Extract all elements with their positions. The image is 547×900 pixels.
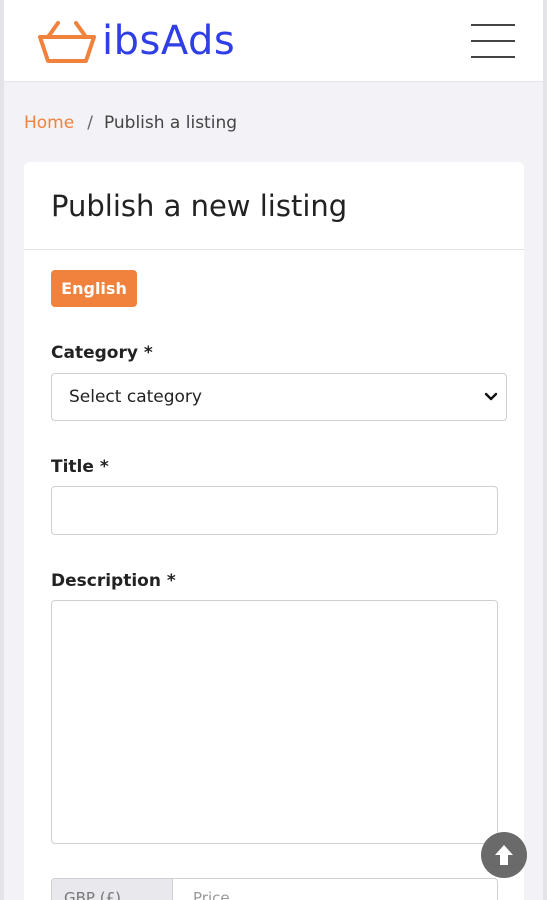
arrow-up-icon — [495, 845, 513, 865]
price-input[interactable]: Price — [173, 879, 497, 900]
category-select[interactable]: Select category — [51, 373, 507, 421]
breadcrumb: Home / Publish a listing — [4, 82, 543, 164]
site-logo[interactable]: ibsAds — [36, 15, 235, 67]
breadcrumb-current: Publish a listing — [103, 113, 238, 133]
language-tab-english[interactable]: English — [51, 270, 137, 307]
title-label: Title * — [51, 457, 109, 477]
brand-name: ibsAds — [102, 17, 236, 64]
menu-line — [471, 39, 515, 42]
description-textarea[interactable] — [51, 600, 498, 844]
menu-line — [471, 23, 515, 26]
title-input[interactable] — [51, 486, 498, 535]
basket-icon — [38, 20, 96, 63]
description-label: Description * — [51, 571, 176, 591]
category-label: Category * — [51, 343, 153, 363]
category-selected-value: Select category — [69, 387, 202, 407]
card-header: Publish a new listing — [24, 162, 524, 250]
currency-addon: GBP (£) — [52, 879, 173, 900]
menu-line — [471, 55, 515, 58]
listing-form-card: Publish a new listing English Category *… — [24, 162, 524, 900]
site-header: ibsAds — [4, 0, 543, 82]
scroll-to-top-button[interactable] — [481, 832, 527, 878]
price-input-group: GBP (£) Price — [51, 878, 498, 900]
page-frame: ibsAds Home / Publish a listing Publish … — [0, 0, 547, 900]
chevron-down-icon — [484, 392, 498, 401]
page-title: Publish a new listing — [51, 188, 348, 223]
breadcrumb-separator: / — [87, 113, 93, 133]
hamburger-menu-icon[interactable] — [471, 23, 515, 58]
breadcrumb-home-link[interactable]: Home — [24, 113, 74, 133]
